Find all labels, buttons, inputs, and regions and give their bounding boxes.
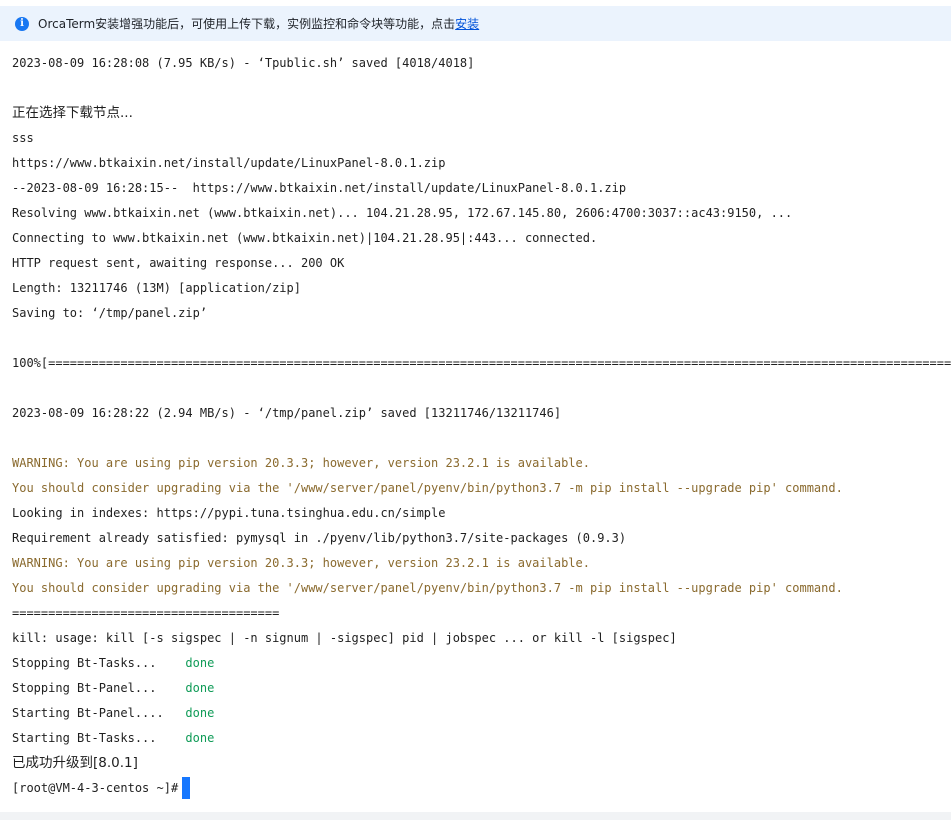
terminal-line: Resolving www.btkaixin.net (www.btkaixin… [12,206,793,220]
service-status-line: Stopping Bt-Tasks... done [12,651,214,676]
terminal-line: --2023-08-09 16:28:15-- https://www.btka… [12,181,627,195]
terminal-line: Saving to: ‘/tmp/panel.zip’ [12,306,208,320]
terminal-line: Looking in indexes: https://pypi.tuna.ts… [12,506,446,520]
terminal-line: sss [12,131,34,145]
pip-warning-line: You should consider upgrading via the '/… [12,581,843,595]
pip-warning-line: WARNING: You are using pip version 20.3.… [12,456,590,470]
terminal-cursor[interactable] [182,776,191,799]
pip-warning-line: You should consider upgrading via the '/… [12,481,843,495]
terminal-output[interactable]: 2023-08-09 16:28:08 (7.95 KB/s) - ‘Tpubl… [0,41,951,812]
service-status-line: Starting Bt-Tasks... done [12,726,214,751]
service-status: done [185,731,215,745]
banner-message: OrcaTerm安装增强功能后，可使用上传下载，实例监控和命令块等功能，点击 [38,17,456,31]
service-status: done [185,656,215,670]
service-status: done [185,681,215,695]
terminal-line: Requirement already satisfied: pymysql i… [12,531,627,545]
install-link[interactable]: 安装 [455,15,479,32]
terminal-line: 正在选择下载节点... [12,105,133,121]
separator-line: ===================================== [12,606,280,620]
service-status: done [185,706,215,720]
terminal-line: Length: 13211746 (13M) [application/zip] [12,281,301,295]
bottom-strip [0,812,951,820]
info-icon: i [15,16,29,31]
service-status-line: Stopping Bt-Panel... done [12,676,214,701]
shell-prompt-line[interactable]: [root@VM-4-3-centos ~]# [12,776,191,801]
shell-prompt: [root@VM-4-3-centos ~]# [12,781,179,795]
service-status-line: Starting Bt-Panel.... done [12,701,214,726]
terminal-line: Connecting to www.btkaixin.net (www.btka… [12,231,598,245]
terminal-line: 2023-08-09 16:28:22 (2.94 MB/s) - ‘/tmp/… [12,406,562,420]
service-label: Starting Bt-Panel.... [12,706,186,720]
terminal-line: https://www.btkaixin.net/install/update/… [12,156,446,170]
terminal-page: i OrcaTerm安装增强功能后，可使用上传下载，实例监控和命令块等功能，点击… [0,0,951,820]
pip-warning-line: WARNING: You are using pip version 20.3.… [12,556,590,570]
install-notice-banner: i OrcaTerm安装增强功能后，可使用上传下载，实例监控和命令块等功能，点击… [0,6,951,41]
terminal-line: HTTP request sent, awaiting response... … [12,256,345,270]
terminal-line: 2023-08-09 16:28:08 (7.95 KB/s) - ‘Tpubl… [12,56,475,70]
download-progress-line: 100%[===================================… [12,356,951,370]
upgrade-success-line: 已成功升级到[8.0.1] [12,755,138,771]
service-label: Stopping Bt-Panel... [12,681,186,695]
terminal-line: kill: usage: kill [-s sigspec | -n signu… [12,631,677,645]
service-label: Starting Bt-Tasks... [12,731,186,745]
service-label: Stopping Bt-Tasks... [12,656,186,670]
